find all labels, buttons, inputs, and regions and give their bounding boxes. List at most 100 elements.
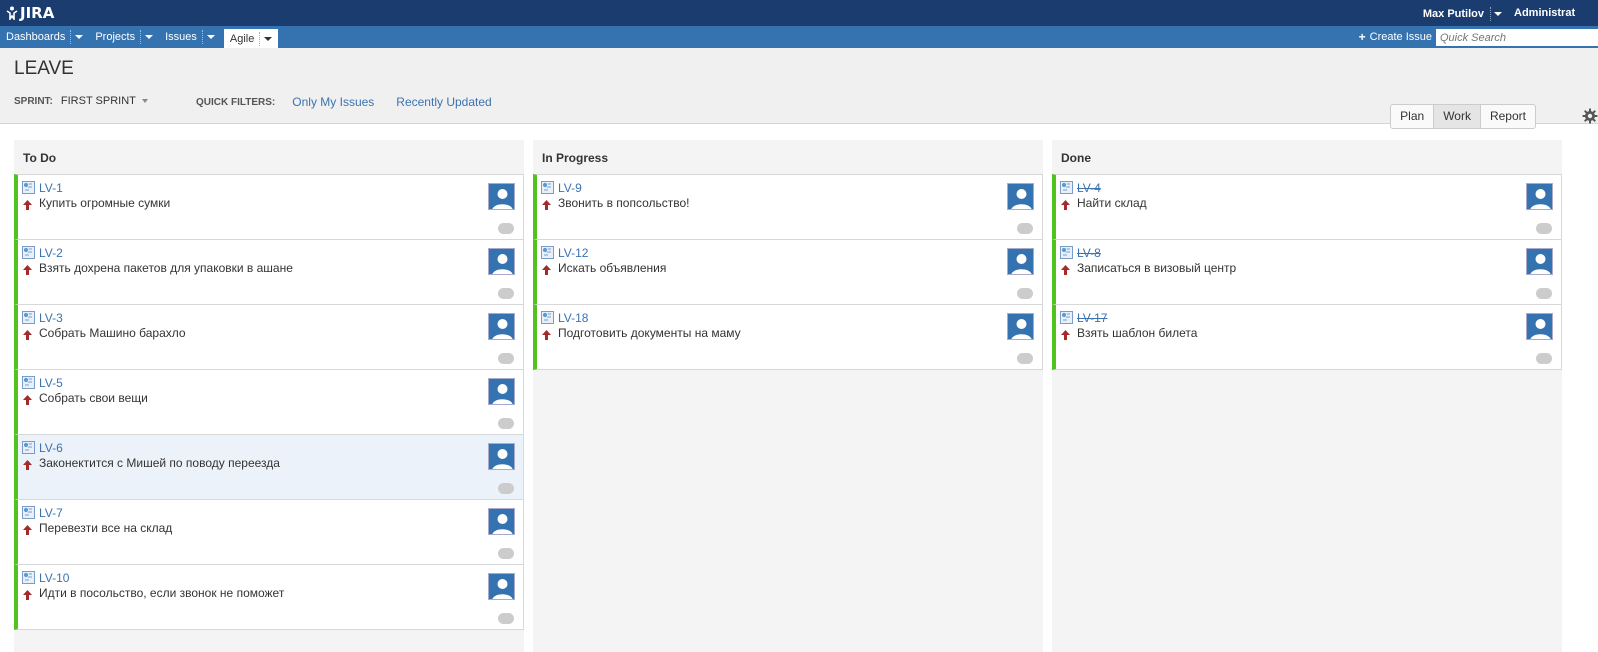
quick-filters-label: QUICK FILTERS: bbox=[196, 96, 276, 108]
chevron-down-icon bbox=[145, 35, 154, 39]
user-menu[interactable]: Max Putilov bbox=[1423, 7, 1502, 21]
mode-report-button[interactable]: Report bbox=[1479, 105, 1535, 128]
priority-major-icon bbox=[542, 265, 551, 275]
column-to-do: To Do LV-1 Купить огромные сумки LV-2 Взять… bbox=[14, 140, 524, 652]
story-type-icon bbox=[22, 181, 35, 194]
assignee-avatar[interactable] bbox=[1007, 313, 1034, 340]
issue-key[interactable]: LV-12 bbox=[558, 246, 588, 260]
issue-card[interactable]: LV-18 Подготовить документы на маму bbox=[533, 304, 1043, 370]
issue-key[interactable]: LV-1 bbox=[39, 181, 63, 195]
nav-agile-dropdown[interactable] bbox=[259, 31, 278, 46]
issue-card[interactable]: LV-7 Перевезти все на склад bbox=[14, 499, 524, 565]
issue-key[interactable]: LV-10 bbox=[39, 571, 69, 585]
issue-key[interactable]: LV-6 bbox=[39, 441, 63, 455]
mode-plan-button[interactable]: Plan bbox=[1391, 105, 1433, 128]
assignee-avatar[interactable] bbox=[488, 378, 515, 405]
issue-card[interactable]: LV-5 Собрать свои вещи bbox=[14, 369, 524, 435]
column-done: Done LV-4 Найти склад LV-8 Записаться в виз… bbox=[1052, 140, 1562, 652]
nav-dashboards[interactable]: Dashboards bbox=[0, 26, 89, 48]
story-type-icon bbox=[541, 311, 554, 324]
create-issue-button[interactable]: + Create Issue bbox=[1359, 30, 1432, 44]
estimate-badge bbox=[1536, 353, 1552, 364]
nav-issues-label: Issues bbox=[165, 31, 197, 43]
issue-key[interactable]: LV-18 bbox=[558, 311, 588, 325]
issue-card[interactable]: LV-2 Взять дохрена пакетов для упаковки в… bbox=[14, 239, 524, 305]
priority-major-icon bbox=[542, 200, 551, 210]
estimate-badge bbox=[1017, 223, 1033, 234]
assignee-avatar[interactable] bbox=[1526, 183, 1553, 210]
chevron-down-icon bbox=[75, 35, 84, 39]
priority-major-icon bbox=[23, 590, 32, 600]
nav-projects[interactable]: Projects bbox=[89, 26, 159, 48]
jira-logo[interactable]: JIRA bbox=[6, 4, 54, 22]
issue-card[interactable]: LV-6 Законектится с Мишей по поводу перее… bbox=[14, 434, 524, 500]
issue-card[interactable]: LV-1 Купить огромные сумки bbox=[14, 174, 524, 240]
issue-card[interactable]: LV-8 Записаться в визовый центр bbox=[1052, 239, 1562, 305]
issue-card[interactable]: LV-4 Найти склад bbox=[1052, 174, 1562, 240]
issue-key[interactable]: LV-2 bbox=[39, 246, 63, 260]
issue-card[interactable]: LV-9 Звонить в попсольство! bbox=[533, 174, 1043, 240]
nav-projects-label: Projects bbox=[95, 31, 136, 43]
column-in-progress: In Progress LV-9 Звонить в попсольство! LV… bbox=[533, 140, 1043, 652]
assignee-avatar[interactable] bbox=[1007, 183, 1034, 210]
issue-key[interactable]: LV-3 bbox=[39, 311, 63, 325]
user-icon bbox=[489, 574, 514, 599]
chevron-down-icon bbox=[206, 35, 215, 39]
chevron-down-icon bbox=[264, 36, 273, 41]
assignee-avatar[interactable] bbox=[488, 508, 515, 535]
user-icon bbox=[1008, 249, 1033, 274]
quick-filter-recently-updated[interactable]: Recently Updated bbox=[396, 95, 491, 109]
story-type-icon bbox=[1060, 311, 1073, 324]
issue-card[interactable]: LV-17 Взять шаблон билета bbox=[1052, 304, 1562, 370]
issue-card[interactable]: LV-10 Идти в посольство, если звонок не п… bbox=[14, 564, 524, 630]
plus-icon: + bbox=[1358, 30, 1366, 44]
nav-issues-dropdown[interactable] bbox=[201, 30, 221, 44]
main-nav: Dashboards Projects Issues Agile + Creat… bbox=[0, 26, 1598, 48]
issue-card[interactable]: LV-3 Собрать Машино барахло bbox=[14, 304, 524, 370]
assignee-avatar[interactable] bbox=[488, 248, 515, 275]
gear-icon[interactable] bbox=[1582, 108, 1598, 124]
story-type-icon bbox=[22, 246, 35, 259]
user-icon bbox=[489, 444, 514, 469]
quick-search-input[interactable] bbox=[1436, 29, 1598, 46]
issue-summary: Купить огромные сумки bbox=[39, 196, 171, 210]
priority-major-icon bbox=[23, 525, 32, 535]
top-header: JIRA Max Putilov Administrat bbox=[0, 0, 1598, 26]
assignee-avatar[interactable] bbox=[488, 183, 515, 210]
mode-work-button[interactable]: Work bbox=[1433, 105, 1480, 128]
story-type-icon bbox=[1060, 181, 1073, 194]
estimate-badge bbox=[498, 288, 514, 299]
nav-projects-dropdown[interactable] bbox=[140, 30, 159, 44]
administration-link[interactable]: Administrat bbox=[1514, 7, 1598, 19]
quick-filter-only-my-issues[interactable]: Only My Issues bbox=[292, 95, 374, 109]
assignee-avatar[interactable] bbox=[1526, 313, 1553, 340]
create-issue-label: Create Issue bbox=[1369, 31, 1432, 43]
nav-issues[interactable]: Issues bbox=[159, 26, 221, 48]
issue-key[interactable]: LV-7 bbox=[39, 506, 63, 520]
nav-dashboards-dropdown[interactable] bbox=[70, 30, 89, 44]
issue-key[interactable]: LV-9 bbox=[558, 181, 582, 195]
column-header: In Progress bbox=[542, 151, 609, 165]
issue-key[interactable]: LV-17 bbox=[1077, 311, 1107, 325]
assignee-avatar[interactable] bbox=[1007, 248, 1034, 275]
issue-summary: Собрать свои вещи bbox=[39, 391, 148, 405]
sprint-dropdown[interactable]: FIRST SPRINT bbox=[61, 95, 148, 107]
priority-major-icon bbox=[23, 395, 32, 405]
nav-agile[interactable]: Agile bbox=[223, 29, 279, 48]
issue-key[interactable]: LV-8 bbox=[1077, 246, 1101, 260]
assignee-avatar[interactable] bbox=[488, 313, 515, 340]
issue-key[interactable]: LV-5 bbox=[39, 376, 63, 390]
card-list: LV-9 Звонить в попсольство! LV-12 Искать об… bbox=[533, 174, 1043, 370]
story-type-icon bbox=[22, 571, 35, 584]
assignee-avatar[interactable] bbox=[488, 573, 515, 600]
assignee-avatar[interactable] bbox=[1526, 248, 1553, 275]
issue-key[interactable]: LV-4 bbox=[1077, 181, 1101, 195]
user-icon bbox=[489, 379, 514, 404]
issue-card[interactable]: LV-12 Искать объявления bbox=[533, 239, 1043, 305]
priority-major-icon bbox=[23, 460, 32, 470]
user-icon bbox=[1527, 184, 1552, 209]
assignee-avatar[interactable] bbox=[488, 443, 515, 470]
sprint-value: FIRST SPRINT bbox=[60, 95, 136, 107]
issue-summary: Записаться в визовый центр bbox=[1077, 261, 1237, 275]
sprint-selector: SPRINT: FIRST SPRINT bbox=[14, 95, 148, 107]
